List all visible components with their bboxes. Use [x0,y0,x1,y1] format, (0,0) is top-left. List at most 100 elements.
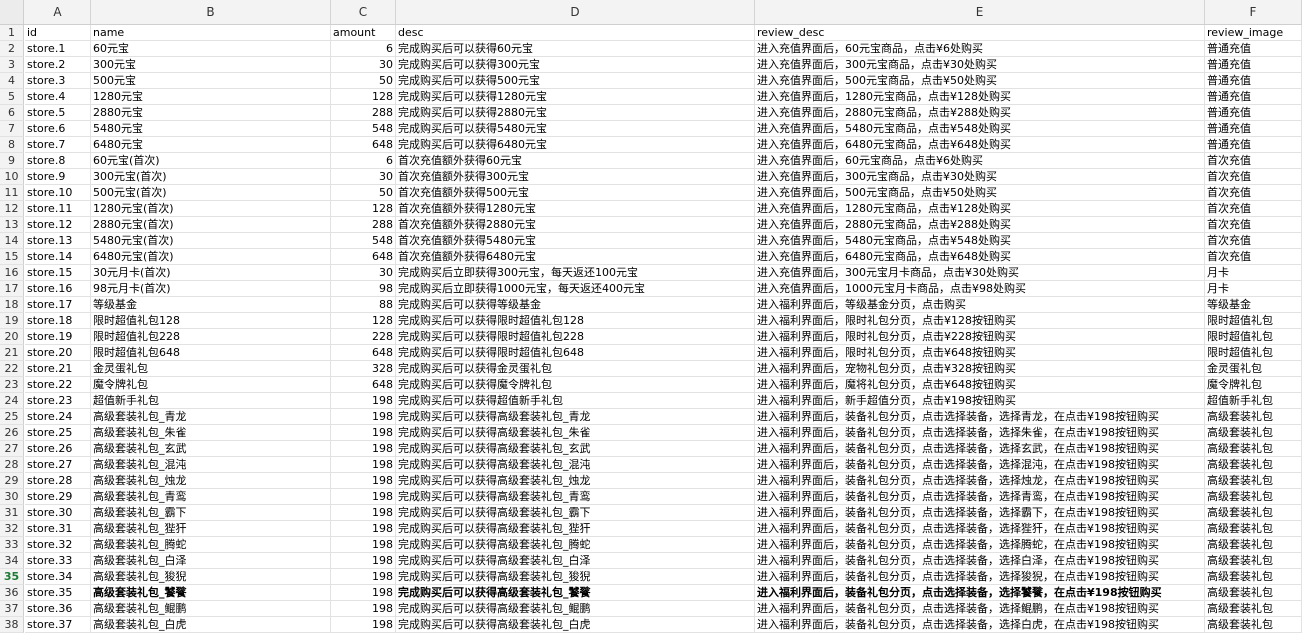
cell-d-25[interactable]: 完成购买后可以获得高级套装礼包_青龙 [396,409,755,425]
cell-f-15[interactable]: 首次充值 [1205,249,1302,265]
cell-b-33[interactable]: 高级套装礼包_腾蛇 [91,537,331,553]
row-header[interactable]: 18 [0,297,24,313]
cell-b-24[interactable]: 超值新手礼包 [91,393,331,409]
column-header-b[interactable]: B [91,0,331,24]
cell-f-12[interactable]: 首次充值 [1205,201,1302,217]
row-header[interactable]: 17 [0,281,24,297]
cell-b-16[interactable]: 30元月卡(首次) [91,265,331,281]
cell-c-38[interactable]: 198 [331,617,396,633]
cell-b-26[interactable]: 高级套装礼包_朱雀 [91,425,331,441]
cell-f-11[interactable]: 首次充值 [1205,185,1302,201]
cell-e-27[interactable]: 进入福利界面后，装备礼包分页，点击选择装备，选择玄武，在点击¥198按钮购买 [755,441,1205,457]
cell-e-21[interactable]: 进入福利界面后，限时礼包分页，点击¥648按钮购买 [755,345,1205,361]
cell-b-31[interactable]: 高级套装礼包_霸下 [91,505,331,521]
cell-d-12[interactable]: 首次充值额外获得1280元宝 [396,201,755,217]
cell-a-35[interactable]: store.34 [25,569,91,585]
cell-c-2[interactable]: 6 [331,41,396,57]
cell-c-9[interactable]: 6 [331,153,396,169]
cell-a-5[interactable]: store.4 [25,89,91,105]
row-header[interactable]: 2 [0,41,24,57]
cell-f-30[interactable]: 高级套装礼包 [1205,489,1302,505]
row-header[interactable]: 14 [0,233,24,249]
row-header[interactable]: 37 [0,601,24,617]
cell-d-8[interactable]: 完成购买后可以获得6480元宝 [396,137,755,153]
cell-b-36[interactable]: 高级套装礼包_饕餮 [91,585,331,601]
cell-f-27[interactable]: 高级套装礼包 [1205,441,1302,457]
cell-c-28[interactable]: 198 [331,457,396,473]
cell-b-15[interactable]: 6480元宝(首次) [91,249,331,265]
cell-f-29[interactable]: 高级套装礼包 [1205,473,1302,489]
cell-d-4[interactable]: 完成购买后可以获得500元宝 [396,73,755,89]
cell-d-24[interactable]: 完成购买后可以获得超值新手礼包 [396,393,755,409]
cell-b-12[interactable]: 1280元宝(首次) [91,201,331,217]
cell-c-29[interactable]: 198 [331,473,396,489]
cell-e-38[interactable]: 进入福利界面后，装备礼包分页，点击选择装备，选择白虎，在点击¥198按钮购买 [755,617,1205,633]
cell-a-28[interactable]: store.27 [25,457,91,473]
cell-d-18[interactable]: 完成购买后可以获得等级基金 [396,297,755,313]
cell-a-37[interactable]: store.36 [25,601,91,617]
cell-d-20[interactable]: 完成购买后可以获得限时超值礼包228 [396,329,755,345]
cell-a-31[interactable]: store.30 [25,505,91,521]
cell-e-2[interactable]: 进入充值界面后，60元宝商品，点击¥6处购买 [755,41,1205,57]
cell-f-8[interactable]: 普通充值 [1205,137,1302,153]
row-header[interactable]: 10 [0,169,24,185]
cell-d-23[interactable]: 完成购买后可以获得魔令牌礼包 [396,377,755,393]
cell-a-24[interactable]: store.23 [25,393,91,409]
row-header[interactable]: 21 [0,345,24,361]
cell-e-26[interactable]: 进入福利界面后，装备礼包分页，点击选择装备，选择朱雀，在点击¥198按钮购买 [755,425,1205,441]
cell-b-7[interactable]: 5480元宝 [91,121,331,137]
cell-e-4[interactable]: 进入充值界面后，500元宝商品，点击¥50处购买 [755,73,1205,89]
cell-b-22[interactable]: 金灵蛋礼包 [91,361,331,377]
cell-c-11[interactable]: 50 [331,185,396,201]
row-header[interactable]: 13 [0,217,24,233]
column-header-a[interactable]: A [25,0,91,24]
cell-c-8[interactable]: 648 [331,137,396,153]
cell-f-7[interactable]: 普通充值 [1205,121,1302,137]
cell-a-30[interactable]: store.29 [25,489,91,505]
cell-f-10[interactable]: 首次充值 [1205,169,1302,185]
cell-a-7[interactable]: store.6 [25,121,91,137]
cell-c-37[interactable]: 198 [331,601,396,617]
cell-f-34[interactable]: 高级套装礼包 [1205,553,1302,569]
cell-f-31[interactable]: 高级套装礼包 [1205,505,1302,521]
cell-f-16[interactable]: 月卡 [1205,265,1302,281]
cell-c-19[interactable]: 128 [331,313,396,329]
cell-f-4[interactable]: 普通充值 [1205,73,1302,89]
cell-e-18[interactable]: 进入福利界面后，等级基金分页，点击购买 [755,297,1205,313]
row-header[interactable]: 12 [0,201,24,217]
cell-f-26[interactable]: 高级套装礼包 [1205,425,1302,441]
cell-a-38[interactable]: store.37 [25,617,91,633]
cell-c-6[interactable]: 288 [331,105,396,121]
row-header[interactable]: 20 [0,329,24,345]
cell-d-5[interactable]: 完成购买后可以获得1280元宝 [396,89,755,105]
cell-f-9[interactable]: 首次充值 [1205,153,1302,169]
cell-a-8[interactable]: store.7 [25,137,91,153]
row-header[interactable]: 19 [0,313,24,329]
cell-b-2[interactable]: 60元宝 [91,41,331,57]
cell-a-23[interactable]: store.22 [25,377,91,393]
cell-b-28[interactable]: 高级套装礼包_混沌 [91,457,331,473]
cell-e-6[interactable]: 进入充值界面后，2880元宝商品，点击¥288处购买 [755,105,1205,121]
cell-b-3[interactable]: 300元宝 [91,57,331,73]
cell-a-18[interactable]: store.17 [25,297,91,313]
cell-d-38[interactable]: 完成购买后可以获得高级套装礼包_白虎 [396,617,755,633]
row-header[interactable]: 4 [0,73,24,89]
cell-e-17[interactable]: 进入充值界面后，1000元宝月卡商品，点击¥98处购买 [755,281,1205,297]
row-header[interactable]: 3 [0,57,24,73]
row-header[interactable]: 32 [0,521,24,537]
cell-c-24[interactable]: 198 [331,393,396,409]
cell-e-30[interactable]: 进入福利界面后，装备礼包分页，点击选择装备，选择青鸾，在点击¥198按钮购买 [755,489,1205,505]
cell-e-8[interactable]: 进入充值界面后，6480元宝商品，点击¥648处购买 [755,137,1205,153]
cell-c-25[interactable]: 198 [331,409,396,425]
cell-b-32[interactable]: 高级套装礼包_狴犴 [91,521,331,537]
row-header[interactable]: 6 [0,105,24,121]
cell-b-19[interactable]: 限时超值礼包128 [91,313,331,329]
row-header[interactable]: 33 [0,537,24,553]
cell-e-33[interactable]: 进入福利界面后，装备礼包分页，点击选择装备，选择腾蛇，在点击¥198按钮购买 [755,537,1205,553]
row-header[interactable]: 9 [0,153,24,169]
cell-b-23[interactable]: 魔令牌礼包 [91,377,331,393]
cell-c-4[interactable]: 50 [331,73,396,89]
cell-b-25[interactable]: 高级套装礼包_青龙 [91,409,331,425]
cell-e-31[interactable]: 进入福利界面后，装备礼包分页，点击选择装备，选择霸下，在点击¥198按钮购买 [755,505,1205,521]
cell-f-5[interactable]: 普通充值 [1205,89,1302,105]
